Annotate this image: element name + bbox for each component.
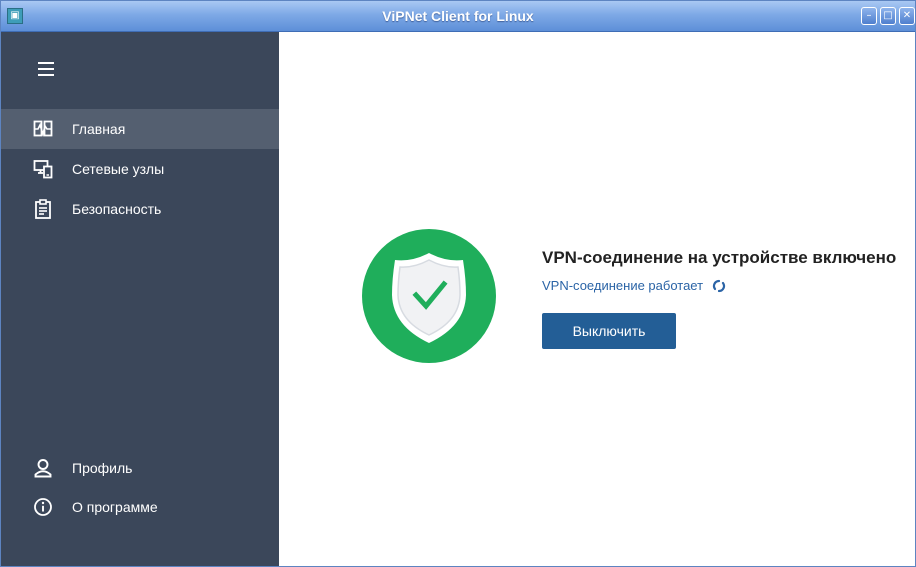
maximize-button[interactable]: □: [880, 7, 896, 25]
minimize-button[interactable]: –: [861, 7, 877, 25]
window-controls: – □ ✕: [861, 7, 915, 25]
sidebar-item-label: О программе: [72, 499, 158, 515]
status-subtext: VPN-соединение работает: [542, 278, 726, 293]
sidebar-item-label: Профиль: [72, 460, 133, 476]
refresh-spinner-icon: [712, 279, 726, 292]
sidebar-item-network-nodes[interactable]: Сетевые узлы: [1, 149, 279, 189]
close-button[interactable]: ✕: [899, 7, 915, 25]
window-title: ViPNet Client for Linux: [382, 8, 534, 24]
user-icon: [34, 459, 52, 478]
sidebar-item-about[interactable]: О программе: [1, 487, 279, 527]
status-subtext-label: VPN-соединение работает: [542, 278, 704, 293]
sidebar: Главная Сетевые узлы Безопасность Профил…: [1, 32, 279, 566]
title-bar[interactable]: ▣ ViPNet Client for Linux – □ ✕: [1, 1, 915, 32]
shield-check-icon: [362, 229, 496, 363]
main-content: VPN-соединение на устройстве включено VP…: [279, 32, 915, 566]
disable-vpn-button[interactable]: Выключить: [542, 313, 676, 349]
sidebar-item-label: Безопасность: [72, 201, 162, 217]
info-icon: [34, 498, 52, 516]
app-window: ▣ ViPNet Client for Linux – □ ✕ Главная: [0, 0, 916, 567]
home-dashboard-icon: [33, 120, 53, 137]
sidebar-item-security[interactable]: Безопасность: [1, 189, 279, 229]
clipboard-icon: [35, 199, 51, 219]
sidebar-item-label: Сетевые узлы: [72, 161, 165, 177]
hamburger-icon[interactable]: [38, 62, 54, 76]
sidebar-item-label: Главная: [72, 121, 126, 137]
status-heading: VPN-соединение на устройстве включено: [542, 248, 897, 267]
network-nodes-icon: [33, 160, 53, 179]
sidebar-item-profile[interactable]: Профиль: [1, 448, 279, 488]
sidebar-item-home[interactable]: Главная: [1, 109, 279, 149]
